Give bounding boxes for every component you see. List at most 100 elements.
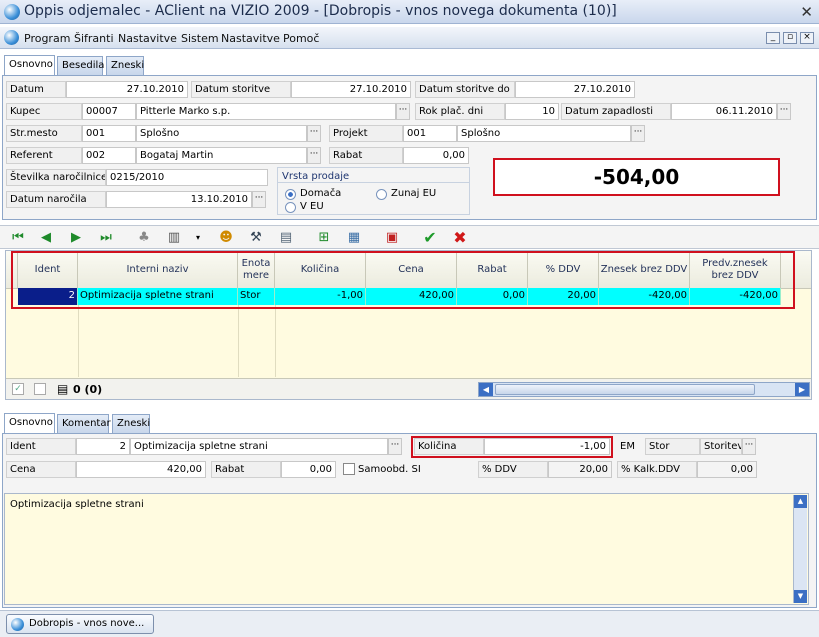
memo-scrollbar[interactable]: ▲ ▼	[793, 495, 807, 603]
menu-sifranti[interactable]: Šifranti	[74, 32, 114, 45]
rabat-field[interactable]: 0,00	[403, 147, 469, 164]
footer-check-icon[interactable]: ✓	[12, 383, 24, 395]
radio-zunaj-eu[interactable]	[376, 189, 387, 200]
menu-nastavitve[interactable]: Nastavitve	[118, 32, 177, 45]
referent-name-field[interactable]: Bogataj Martin	[136, 147, 307, 164]
memo-scroll-down-icon[interactable]: ▼	[794, 590, 807, 603]
detail-ident-code[interactable]: 2	[76, 438, 130, 455]
cancel-icon[interactable]: ✖	[452, 230, 468, 246]
taskbar-document-button[interactable]: Dobropis - vnos nove...	[6, 614, 154, 634]
rok-field[interactable]: 10	[505, 103, 559, 120]
detail-ddv-field: 20,00	[548, 461, 612, 478]
confirm-icon[interactable]: ✔	[422, 230, 438, 246]
menu-sistem[interactable]: Sistem	[181, 32, 219, 45]
tab-detail-komentar[interactable]: Komentar	[57, 414, 111, 434]
kupec-lookup-button[interactable]: ···	[396, 103, 410, 120]
document-icon[interactable]: ▤	[278, 230, 294, 246]
footer-box-icon[interactable]	[34, 383, 46, 395]
restore-icon[interactable]: ▫	[783, 32, 797, 44]
narocilnica-label: Številka naročilnice	[6, 169, 106, 186]
comment-memo[interactable]: Optimizacija spletne strani ▲ ▼	[4, 493, 809, 605]
columns-dropdown-icon[interactable]: ▾	[190, 230, 206, 246]
datum-narocila-field[interactable]: 13.10.2010	[106, 191, 252, 208]
menu-nastavitve-2[interactable]: Nastavitve	[221, 32, 280, 45]
scroll-thumb[interactable]	[495, 384, 755, 395]
detail-cena-field[interactable]: 420,00	[76, 461, 206, 478]
rok-label: Rok plač. dni	[415, 103, 505, 120]
items-grid[interactable]: Ident Interni naziv Enota mere Količina …	[5, 250, 812, 400]
detail-em-type: Storitev	[700, 438, 742, 455]
last-record-icon[interactable]: ⏭	[98, 230, 114, 246]
strmesto-name-field[interactable]: Splošno	[136, 125, 307, 142]
projekt-label: Projekt	[329, 125, 403, 142]
kupec-code-field[interactable]: 00007	[82, 103, 136, 120]
menu-bar: Program Šifranti Nastavitve Sistem Nasta…	[0, 27, 819, 49]
datum-zapadlosti-label: Datum zapadlosti	[561, 103, 671, 120]
radio-zunaj-eu-label: Zunaj EU	[391, 188, 437, 199]
tab-besedila[interactable]: Besedila	[57, 56, 104, 76]
datum-zapadlosti-field[interactable]: 06.11.2010	[671, 103, 777, 120]
detail-em-value: Stor	[645, 438, 700, 455]
scroll-left-icon[interactable]: ◀	[479, 383, 493, 396]
tools-icon[interactable]: ⚒	[248, 230, 264, 246]
memo-scroll-up-icon[interactable]: ▲	[794, 495, 807, 508]
stamp-icon[interactable]: ♣	[136, 230, 152, 246]
referent-code-field[interactable]: 002	[82, 147, 136, 164]
strmesto-code-field[interactable]: 001	[82, 125, 136, 142]
detail-cena-label: Cena	[6, 461, 76, 478]
palette-icon[interactable]: ☻	[218, 230, 234, 246]
taskbar-app-icon	[11, 618, 24, 631]
radio-v-eu[interactable]	[285, 202, 296, 213]
tab-zneski[interactable]: Zneski	[106, 56, 144, 76]
window-title: Oppis odjemalec - AClient na VIZIO 2009 …	[24, 3, 617, 19]
columns-icon[interactable]: ▥	[166, 230, 182, 246]
menu-program[interactable]: Program	[24, 32, 70, 45]
referent-lookup-button[interactable]: ···	[307, 147, 321, 164]
detail-ident-name[interactable]: Optimizacija spletne strani	[130, 438, 388, 455]
doc-icon	[4, 30, 19, 45]
datum-storitve-do-label: Datum storitve do	[415, 81, 515, 98]
document-total: -504,00	[493, 158, 780, 196]
annotation-grid-row	[11, 251, 795, 309]
image-icon[interactable]: ▦	[346, 230, 362, 246]
datum-storitve-do-field[interactable]: 27.10.2010	[515, 81, 635, 98]
minimize-icon[interactable]: _	[766, 32, 780, 44]
projekt-lookup-button[interactable]: ···	[631, 125, 645, 142]
narocilnica-field[interactable]: 0215/2010	[106, 169, 268, 186]
tab-detail-osnovno[interactable]: Osnovno	[4, 413, 55, 433]
scroll-right-icon[interactable]: ▶	[795, 383, 809, 396]
tab-osnovno[interactable]: Osnovno	[4, 55, 55, 75]
samoobd-checkbox[interactable]	[343, 463, 355, 475]
title-bar: Oppis odjemalec - AClient na VIZIO 2009 …	[0, 0, 819, 24]
first-record-icon[interactable]: ⏮	[10, 230, 26, 246]
close-doc-icon[interactable]: ×	[800, 32, 814, 44]
annotation-kolicina	[411, 436, 613, 458]
menu-pomoc[interactable]: Pomoč	[283, 32, 319, 45]
horizontal-scrollbar[interactable]: ◀ ▶	[478, 382, 810, 397]
detail-ddv-label: % DDV	[478, 461, 548, 478]
radio-domaca[interactable]	[285, 189, 296, 200]
rabat-label: Rabat	[329, 147, 403, 164]
vrsta-prodaje-group: Vrsta prodaje Domača Zunaj EU V EU	[277, 167, 470, 215]
strmesto-lookup-button[interactable]: ···	[307, 125, 321, 142]
detail-ident-lookup[interactable]: ···	[388, 438, 402, 455]
datum-storitve-field[interactable]: 27.10.2010	[291, 81, 411, 98]
delete-row-icon[interactable]: ▣	[384, 230, 400, 246]
prev-record-icon[interactable]: ◀	[38, 230, 54, 246]
projekt-code-field[interactable]: 001	[403, 125, 457, 142]
detail-rabat-field[interactable]: 0,00	[281, 461, 336, 478]
app-icon	[4, 4, 20, 20]
detail-em-lookup[interactable]: ···	[742, 438, 756, 455]
tab-detail-zneski[interactable]: Zneski	[112, 414, 150, 434]
next-record-icon[interactable]: ▶	[68, 230, 84, 246]
datum-zapadlosti-button[interactable]: ···	[777, 103, 791, 120]
datum-field[interactable]: 27.10.2010	[66, 81, 188, 98]
datum-narocila-button[interactable]: ···	[252, 191, 266, 208]
kupec-label: Kupec	[6, 103, 82, 120]
radio-v-eu-label: V EU	[300, 201, 324, 212]
kupec-name-field[interactable]: Pitterle Marko s.p.	[136, 103, 396, 120]
close-window-icon[interactable]: ✕	[800, 3, 813, 21]
projekt-name-field[interactable]: Splošno	[457, 125, 631, 142]
detail-kalk-field: 0,00	[697, 461, 757, 478]
add-row-icon[interactable]: ⊞	[316, 230, 332, 246]
